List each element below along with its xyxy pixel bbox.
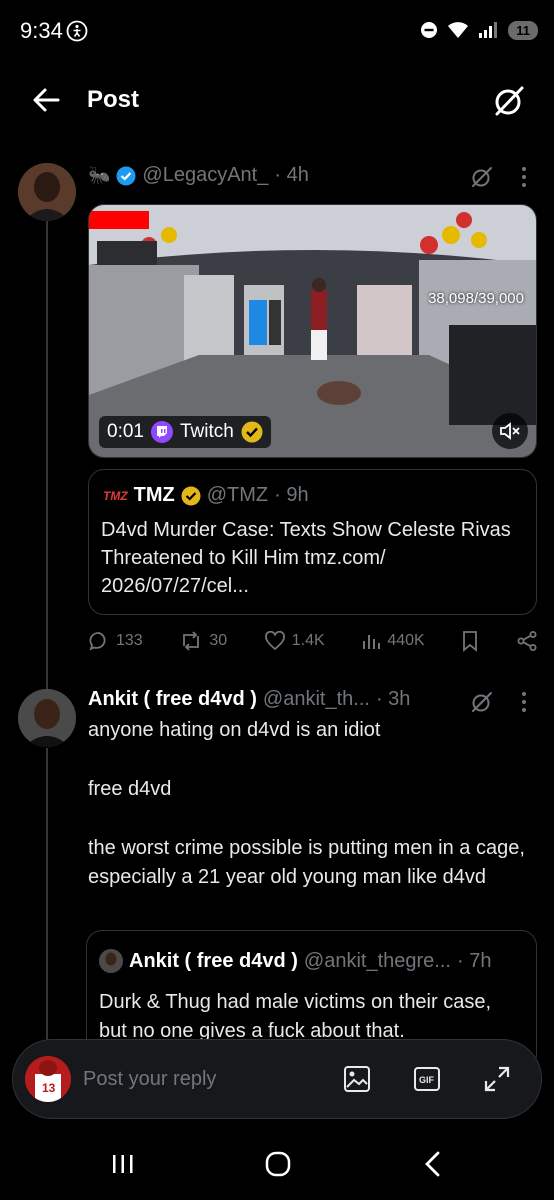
svg-text:13: 13 <box>42 1081 56 1095</box>
quoted-author-name: TMZ <box>133 484 175 506</box>
image-icon[interactable] <box>343 1065 371 1098</box>
share-button[interactable] <box>516 630 538 652</box>
like-count: 1.4K <box>291 632 325 649</box>
grok-icon[interactable] <box>492 84 526 123</box>
thread-line <box>46 220 48 700</box>
expand-icon[interactable] <box>483 1065 511 1098</box>
grok-explain-icon[interactable] <box>470 165 494 194</box>
bookmark-button[interactable] <box>461 630 479 652</box>
reply-quoted-text: Durk & Thug had male victims on their ca… <box>99 991 492 1042</box>
svg-text:GIF: GIF <box>419 1075 435 1085</box>
reply-composer: 13 Post your reply GIF <box>12 1039 542 1119</box>
verified-gold-badge-icon <box>241 421 263 443</box>
post-header: 🐜 @LegacyAnt_ · 4h <box>88 164 488 187</box>
author-handle[interactable]: @LegacyAnt_ <box>142 164 268 187</box>
video-time: 0:01 <box>107 421 144 442</box>
more-options-icon[interactable] <box>518 166 530 193</box>
reply-line-3: the worst crime possible is putting men … <box>88 837 525 888</box>
mute-icon[interactable] <box>492 413 528 449</box>
quoted-post-time: · 9h <box>274 484 309 506</box>
back-nav-icon[interactable] <box>423 1151 443 1182</box>
repost-button[interactable]: 30 <box>179 630 227 652</box>
reply-button[interactable]: 133 <box>88 630 143 652</box>
reply-line-1: anyone hating on d4vd is an idiot <box>88 719 381 741</box>
post-actions: 133 30 1.4K 440K <box>88 630 538 652</box>
avatar: 13 <box>25 1056 71 1102</box>
status-icons: 11 <box>420 20 538 40</box>
repost-icon <box>183 631 200 651</box>
reply-icon <box>89 632 106 651</box>
video-player[interactable]: 38,098/39,000 0:01 Twitch <box>88 204 537 458</box>
post-time: · 4h <box>274 164 309 186</box>
grok-explain-icon[interactable] <box>470 690 494 719</box>
thread-line <box>46 748 48 1048</box>
quoted-post[interactable]: TMZ TMZ @TMZ · 9h D4vd Murder Case: Text… <box>88 469 537 615</box>
view-count: 440K <box>387 632 425 649</box>
heart-icon <box>264 631 285 651</box>
video-source: Twitch <box>179 421 234 442</box>
quoted-author-handle: @TMZ <box>206 484 269 506</box>
verified-badge-icon <box>116 166 136 185</box>
avatar <box>99 949 123 973</box>
gif-icon[interactable]: GIF <box>413 1066 441 1097</box>
bookmark-icon <box>463 631 478 652</box>
more-options-icon[interactable] <box>518 691 530 718</box>
accessibility-icon <box>66 20 88 47</box>
reply-quoted-author-handle: @ankit_thegre... <box>303 949 451 972</box>
avatar[interactable] <box>18 689 76 747</box>
quoted-post-text: D4vd Murder Case: Texts Show Celeste Riv… <box>101 519 511 597</box>
video-view-counter: 38,098/39,000 <box>428 290 524 307</box>
reply-header: Ankit ( free d4vd ) @ankit_th... · 3h <box>88 688 468 711</box>
tmz-logo-icon: TMZ <box>103 488 128 503</box>
status-time: 9:34 <box>20 18 63 43</box>
dnd-icon <box>421 22 438 38</box>
reply-line-2: free d4vd <box>88 778 172 800</box>
avatar[interactable] <box>18 163 76 221</box>
system-nav-bar <box>0 1130 554 1200</box>
back-icon[interactable] <box>30 84 62 121</box>
ant-emoji-icon: 🐜 <box>88 165 111 185</box>
reply-author-handle[interactable]: @ankit_th... <box>263 688 370 711</box>
signal-icon <box>479 22 498 38</box>
video-source-pill[interactable]: 0:01 Twitch <box>99 416 271 448</box>
views-button[interactable]: 440K <box>361 631 425 651</box>
recent-apps-icon[interactable] <box>111 1152 135 1181</box>
views-icon <box>363 635 381 649</box>
verified-gold-badge-icon <box>181 486 201 505</box>
reply-author-name[interactable]: Ankit ( free d4vd ) <box>88 688 257 711</box>
page-title: Post <box>87 86 140 113</box>
reply-count: 133 <box>116 632 143 649</box>
share-icon <box>517 631 537 651</box>
wifi-icon <box>448 22 469 38</box>
reply-time: · 3h <box>375 688 411 710</box>
reply-quoted-author-name: Ankit ( free d4vd ) <box>129 949 298 972</box>
battery-indicator: 11 <box>508 20 538 40</box>
reply-quoted-time: · 7h <box>456 949 492 972</box>
repost-count: 30 <box>209 632 228 649</box>
like-button[interactable]: 1.4K <box>264 631 325 651</box>
reply-input[interactable]: Post your reply <box>83 1068 216 1091</box>
home-icon[interactable] <box>265 1151 291 1182</box>
twitch-icon <box>150 421 173 443</box>
